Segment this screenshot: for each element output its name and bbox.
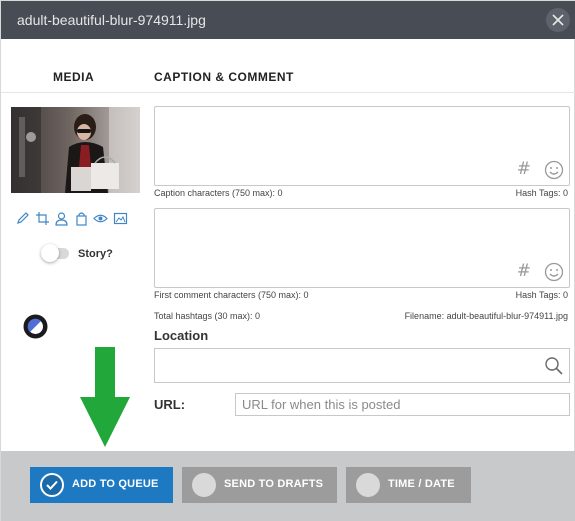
contrast-icon[interactable] — [22, 313, 49, 340]
hashtag-icon[interactable]: # — [517, 261, 531, 281]
emoji-icon[interactable] — [544, 160, 564, 180]
send-to-drafts-label: SEND TO DRAFTS — [224, 478, 324, 490]
preview-eye-icon[interactable] — [93, 211, 108, 226]
checkmark-icon — [40, 473, 64, 497]
add-to-queue-label: ADD TO QUEUE — [72, 478, 159, 490]
tag-user-icon[interactable] — [54, 211, 69, 226]
media-tools — [15, 211, 135, 227]
media-thumbnail[interactable] — [11, 107, 140, 193]
caption-textarea-wrapper: # — [154, 106, 570, 186]
crop-icon[interactable] — [35, 211, 50, 226]
radio-circle-icon — [192, 473, 216, 497]
emoji-icon[interactable] — [544, 262, 564, 282]
shopping-bag-icon[interactable] — [74, 211, 89, 226]
first-comment-textarea[interactable] — [155, 209, 569, 287]
close-icon — [552, 14, 564, 26]
location-field — [154, 348, 570, 383]
filename-label: Filename: adult-beautiful-blur-974911.jp… — [404, 311, 568, 321]
caption-textarea[interactable] — [155, 107, 569, 185]
caption-hashtag-count: Hash Tags: 0 — [515, 188, 568, 198]
post-editor-modal: adult-beautiful-blur-974911.jpg MEDIA CA… — [0, 0, 575, 521]
story-toggle[interactable] — [41, 244, 71, 262]
window-title: adult-beautiful-blur-974911.jpg — [17, 12, 206, 28]
url-input[interactable] — [235, 393, 570, 416]
story-label: Story? — [78, 248, 113, 260]
first-comment-char-count: First comment characters (750 max): 0 — [154, 290, 309, 300]
total-hashtags: Total hashtags (30 max): 0 — [154, 311, 261, 321]
first-comment-hashtag-count: Hash Tags: 0 — [515, 290, 568, 300]
first-comment-textarea-wrapper: # — [154, 208, 570, 288]
story-toggle-knob — [41, 244, 59, 262]
hashtag-icon[interactable]: # — [517, 159, 531, 179]
location-input[interactable] — [161, 357, 531, 375]
close-button[interactable] — [546, 8, 570, 32]
time-date-button[interactable]: TIME / DATE — [346, 467, 471, 503]
url-label: URL: — [154, 397, 186, 412]
radio-circle-icon — [356, 473, 380, 497]
heading-divider — [1, 92, 575, 93]
photo-preview — [11, 107, 140, 193]
edit-icon[interactable] — [15, 211, 30, 226]
time-date-label: TIME / DATE — [388, 478, 455, 490]
caption-char-count: Caption characters (750 max): 0 — [154, 188, 283, 198]
send-to-drafts-button[interactable]: SEND TO DRAFTS — [182, 467, 337, 503]
title-bar: adult-beautiful-blur-974911.jpg — [1, 1, 575, 39]
location-label: Location — [154, 328, 209, 343]
add-to-queue-button[interactable]: ADD TO QUEUE — [30, 467, 173, 503]
caption-column-heading: CAPTION & COMMENT — [154, 70, 294, 84]
down-arrow-icon — [80, 347, 130, 447]
search-icon[interactable] — [544, 356, 564, 376]
media-column-heading: MEDIA — [53, 70, 95, 84]
image-gallery-icon[interactable] — [113, 211, 128, 226]
